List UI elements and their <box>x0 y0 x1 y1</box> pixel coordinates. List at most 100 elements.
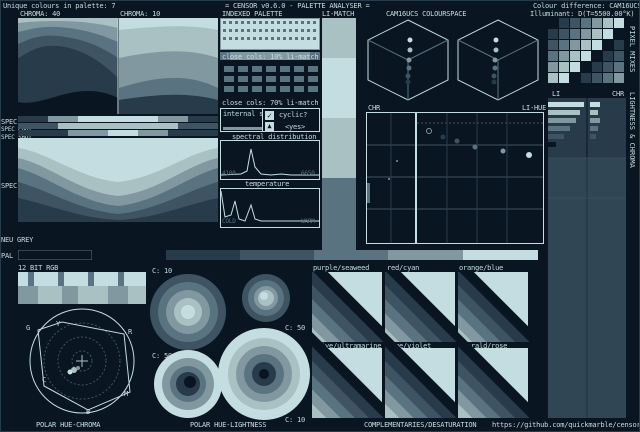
lightness-chroma-bars <box>548 98 626 418</box>
complementary-swatch <box>458 332 530 418</box>
pixel-mix-cell <box>581 29 591 39</box>
chroma-10-label: CHROMA: 10 <box>120 10 161 18</box>
pixel-mix-cell <box>603 18 613 28</box>
colourspace-plot <box>362 18 544 102</box>
pixel-mix-cell <box>592 29 602 39</box>
pal-label: PAL <box>1 252 14 260</box>
pixel-mix-cell <box>614 51 624 61</box>
cyclic-value: <yes> <box>285 123 306 131</box>
complementaries-grid <box>312 272 530 418</box>
polar-label-b: B <box>86 408 91 416</box>
indexed-palette-label: INDEXED PALETTE <box>222 10 283 18</box>
pixel-mix-cell <box>570 29 580 39</box>
pixel-mix-cell <box>614 18 624 28</box>
pixel-mix-cell <box>570 73 580 83</box>
pixel-mix-cell <box>548 29 558 39</box>
pixel-mix-cell <box>592 73 602 83</box>
app-title: = CENSOR v0.6.0 - PALETTE ANALYSER = <box>225 2 370 10</box>
github-link[interactable]: https://github.com/quickmarble/censor <box>492 421 640 429</box>
polar-label-c: C <box>42 376 47 384</box>
pixel-mix-cell <box>603 51 613 61</box>
neu-grey-label: NEU GREY <box>1 236 34 244</box>
spectrum-strips <box>18 116 218 136</box>
pixel-mix-cell <box>581 18 591 28</box>
pixel-mix-cell <box>559 62 569 72</box>
polar-hue-lightness-label: POLAR HUE-LIGHTNESS <box>190 421 267 429</box>
polar-label-r: R <box>128 328 133 336</box>
cyclic-panel[interactable]: ✓ cyclic? ▲ <yes> <box>262 108 320 132</box>
pixel-mix-cell <box>592 40 602 50</box>
complementary-swatch <box>385 272 471 342</box>
polar-label-m: M <box>124 390 129 398</box>
complementary-swatch <box>458 272 530 342</box>
cyclic-label: cyclic? <box>279 111 308 119</box>
chr-column-label: CHR <box>612 90 625 98</box>
pixel-mix-cell <box>614 40 624 50</box>
internal-similarity-bar <box>223 127 267 130</box>
li-match-label: LI-MATCH <box>322 10 355 18</box>
wavelength-high-label: 6650 <box>301 170 315 177</box>
warm-label: WARM <box>301 218 315 225</box>
close-cols-10-grid <box>220 62 320 98</box>
pixel-mixes-label: PIXEL MIXES <box>628 26 636 73</box>
pixel-mix-cell <box>559 29 569 39</box>
pixel-mix-cell <box>592 62 602 72</box>
cold-label: COLD <box>222 218 236 225</box>
temperature-label: temperature <box>245 180 290 188</box>
pixel-mix-cell <box>548 51 558 61</box>
spec-sbd-label: SPEC <box>1 182 18 190</box>
complementaries-label: COMPLEMENTARIES/DESATURATION <box>364 421 477 429</box>
pixel-mix-cell <box>559 18 569 28</box>
pixel-mix-cell <box>548 62 558 72</box>
pixel-mix-cell <box>559 51 569 61</box>
complementary-swatch <box>385 332 471 418</box>
pixel-mix-cell <box>570 51 580 61</box>
spectral-distribution-plot: 4100 6650 <box>220 140 320 180</box>
li-hue-label: LI-HUE <box>522 104 547 112</box>
pair-label-1: red/cyan <box>387 264 420 272</box>
pixel-mix-cell <box>614 29 624 39</box>
chr-label: CHR <box>368 104 381 112</box>
complementary-swatch <box>312 272 398 342</box>
pixel-mix-cell <box>570 40 580 50</box>
polar-label-y: Y <box>56 320 61 328</box>
close-cols-10-label: close cols: 10% li-match <box>222 53 319 61</box>
warning-icon: ▲ <box>265 122 274 131</box>
palette-bar <box>18 250 538 260</box>
pixel-mix-cell <box>570 18 580 28</box>
pixel-mix-cell <box>581 62 591 72</box>
pixel-mix-cell <box>603 40 613 50</box>
chroma-plot <box>18 18 218 114</box>
pixel-mix-cell <box>614 62 624 72</box>
li-match-strip <box>322 18 356 250</box>
chr-plot <box>366 112 416 244</box>
pixel-mix-cell <box>570 62 580 72</box>
pixel-mix-cell <box>581 51 591 61</box>
pixel-mix-cell <box>581 73 591 83</box>
complementary-swatch <box>312 332 398 418</box>
pair-label-0: purple/seaweed <box>313 264 370 272</box>
chroma-40-label: CHROMA: 40 <box>20 10 61 18</box>
close-cols-70-label: close cols: 70% li-match <box>222 99 319 107</box>
12-bit-rgb-label: 12 BIT RGB <box>18 264 59 272</box>
pixel-mix-cell <box>614 73 624 83</box>
pixel-mix-cell <box>548 40 558 50</box>
li-hue-plot <box>416 112 544 244</box>
pixel-mix-cell <box>559 73 569 83</box>
12-bit-rgb-plot <box>18 272 146 304</box>
polar-hue-chroma-label: POLAR HUE-CHROMA <box>36 421 101 429</box>
pixel-mixes-grid <box>548 18 626 86</box>
colourspace-label: CAM16UCS COLOURSPACE <box>386 10 467 18</box>
indexed-palette-grid <box>220 18 320 50</box>
lightness-chroma-label: LIGHTNESS & CHROMA <box>628 92 636 168</box>
pixel-mix-cell <box>603 62 613 72</box>
unique-colours-label: Unique colours in palette: 7 <box>3 2 116 10</box>
pixel-mix-cell <box>548 73 558 83</box>
pixel-mix-cell <box>559 40 569 50</box>
wavelength-low-label: 4100 <box>222 170 236 177</box>
cyclic-check-icon[interactable]: ✓ <box>265 111 274 120</box>
pixel-mix-cell <box>548 18 558 28</box>
spectral-band-plot <box>18 138 218 222</box>
spec-label: SPEC <box>1 118 18 126</box>
polar-label-g: G <box>26 324 31 332</box>
